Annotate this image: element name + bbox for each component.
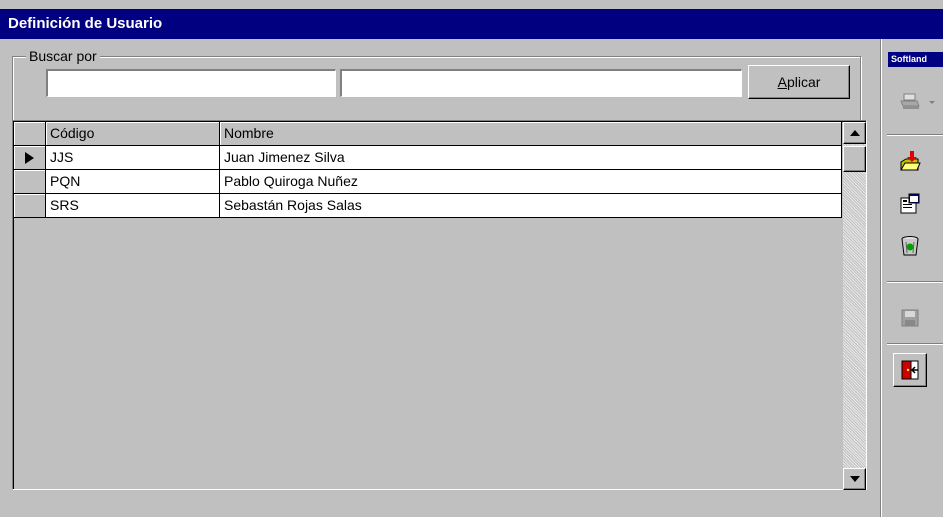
main-panel: Buscar por Aplicar Código Nombre JJS Jua… [0,39,880,517]
save-button[interactable] [893,301,927,335]
row-selector[interactable] [14,194,46,218]
scroll-down-button[interactable] [843,468,866,490]
row-selector[interactable] [14,146,46,170]
apply-button[interactable]: Aplicar [748,65,850,99]
properties-icon [900,193,920,214]
cell-nombre[interactable]: Pablo Quiroga Nuñez [220,170,842,194]
current-row-pointer-icon [25,152,34,164]
search-field-1[interactable] [46,69,336,97]
toolbar-separator [887,281,943,283]
properties-button[interactable] [893,187,927,221]
search-group-label: Buscar por [26,48,100,64]
print-button[interactable] [893,85,927,119]
toolbar-separator [887,134,943,136]
exit-icon [901,360,919,380]
column-header-nombre[interactable]: Nombre [220,122,842,146]
cell-nombre[interactable]: Sebastán Rojas Salas [220,194,842,218]
table-row[interactable]: SRS Sebastán Rojas Salas [14,194,842,218]
new-record-button[interactable] [893,145,927,179]
grid-header-row: Código Nombre [14,122,842,146]
scroll-down-arrow-icon [850,476,860,482]
scroll-up-arrow-icon [850,130,860,136]
scroll-up-button[interactable] [843,122,866,144]
exit-button[interactable] [893,353,927,387]
delete-icon [901,236,919,256]
users-grid-body: Código Nombre JJS Juan Jimenez Silva PQN… [13,121,866,490]
print-dropdown-icon[interactable] [929,101,935,104]
grid-vertical-scrollbar[interactable] [843,122,866,490]
cell-codigo[interactable]: JJS [46,146,220,170]
window-top-strip [0,0,943,9]
table-row[interactable]: PQN Pablo Quiroga Nuñez [14,170,842,194]
scroll-thumb[interactable] [843,146,866,172]
search-field-2[interactable] [340,69,742,97]
cell-codigo[interactable]: SRS [46,194,220,218]
print-icon [900,93,920,109]
delete-button[interactable] [893,229,927,263]
table-row[interactable]: JJS Juan Jimenez Silva [14,146,842,170]
toolbar-sidebar: Softland [880,39,943,517]
users-grid: Código Nombre JJS Juan Jimenez Silva PQN… [12,120,867,490]
softland-logo: Softland [888,52,943,67]
column-header-codigo[interactable]: Código [46,122,220,146]
window-title: Definición de Usuario [0,9,943,39]
apply-label-rest: plicar [786,74,821,90]
toolbar-separator [887,343,943,345]
apply-accel-letter: A [777,74,787,90]
header-selector-cell [14,122,46,146]
row-selector[interactable] [14,170,46,194]
cell-codigo[interactable]: PQN [46,170,220,194]
new-record-icon [900,151,921,171]
cell-nombre[interactable]: Juan Jimenez Silva [220,146,842,170]
save-icon [901,309,919,327]
